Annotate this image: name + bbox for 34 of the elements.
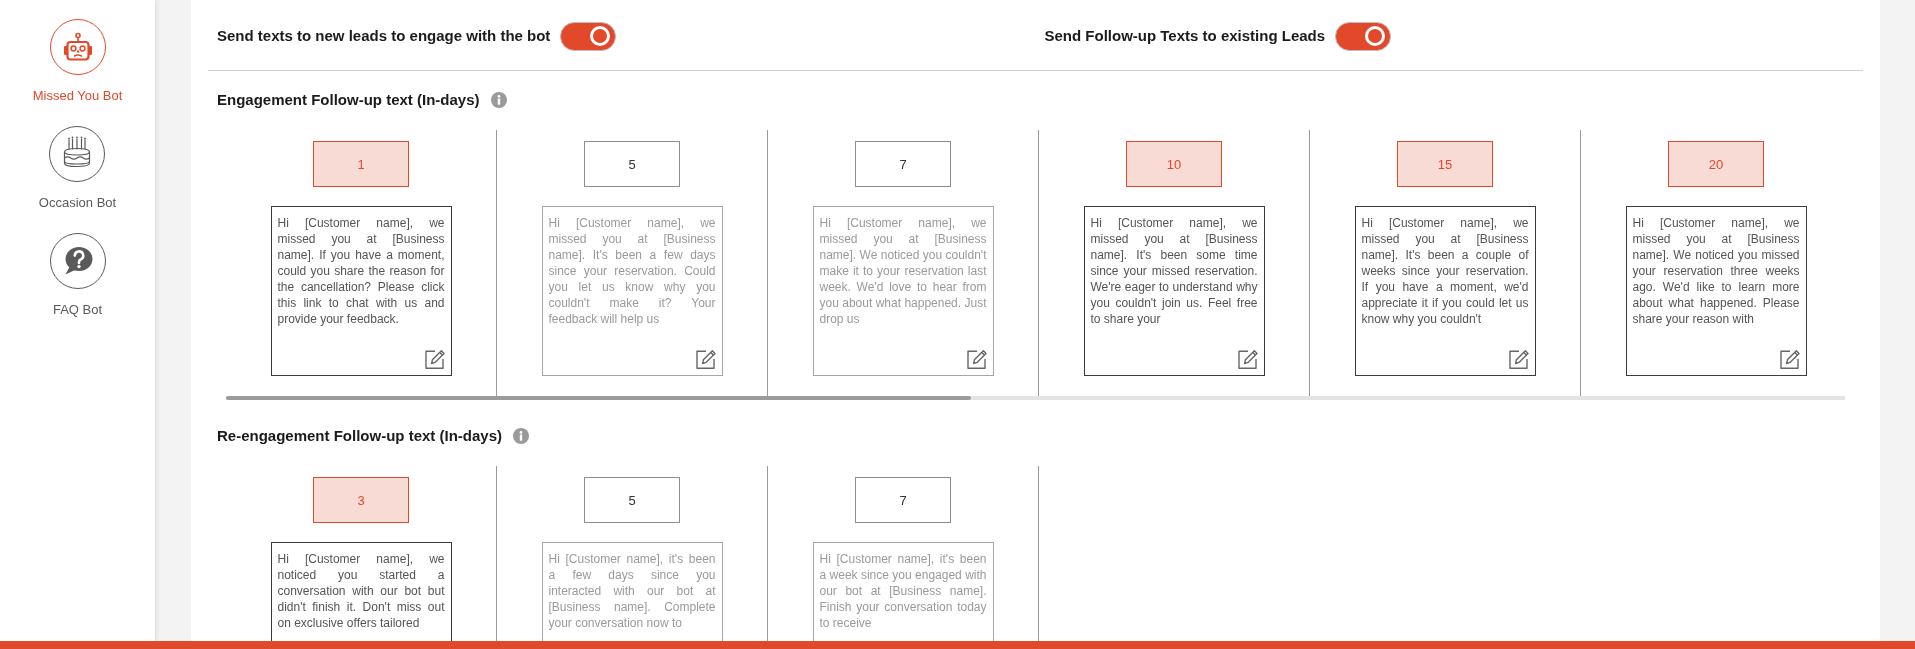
message-text: Hi [Customer name], we missed you at [Business name]. It's been some time since your missed reservation. We're eager to understand why you couldn't join us. Feel free to share your (1090, 215, 1258, 327)
robot-icon (49, 19, 106, 75)
message-text: Hi [Customer name], we missed you at [Business name]. We noticed you couldn't make it to your reservation last week. We'd love to hear from you about what happened. Just drop us (819, 215, 987, 327)
toggle-label: Send texts to new leads to engage with the bot (217, 26, 551, 44)
info-icon[interactable] (490, 92, 507, 108)
section-title: Engagement Follow-up text (In-days) (217, 90, 480, 110)
day-button[interactable]: 5 (584, 141, 680, 187)
message-text: Hi [Customer name], we missed you at [Business name]. We noticed you missed your reservation three weeks ago. We'd like to learn more about what happened. Please share your reason with (1632, 215, 1800, 327)
edit-icon[interactable] (693, 348, 716, 370)
question-bubble-icon (49, 233, 106, 289)
toggle-switch[interactable] (560, 21, 617, 51)
cake-icon (49, 126, 106, 182)
toggle-switch[interactable] (1335, 21, 1392, 51)
message-text: Hi [Customer name], we missed you at [Business name]. It's been a couple of weeks since your reservation. If you have a moment, we'd appreciate it if you could let us know why you couldn't (1361, 215, 1529, 327)
edit-icon[interactable] (1506, 348, 1529, 370)
message-text: Hi [Customer name], we missed you at [Business name]. If you have a moment, could you share the reason for the cancellation? Please click this link to chat with us and provide your feedback. (277, 215, 445, 327)
day-button[interactable]: 7 (855, 141, 951, 187)
info-icon[interactable] (513, 428, 529, 444)
message-text: Hi [Customer name], it's been a few days since you interacted with our bot at [Business name]. Complete your conversation now to (548, 551, 716, 631)
sidebar-item[interactable]: Missed You Bot (32, 19, 123, 104)
toggle-label: Send Follow-up Texts to existing Leads (1044, 26, 1326, 44)
day-button[interactable]: 5 (584, 477, 680, 523)
sidebar-item[interactable]: Occasion Bot (38, 126, 117, 211)
edit-icon[interactable] (1235, 348, 1258, 370)
edit-icon[interactable] (422, 348, 445, 370)
scrollbar-thumb[interactable] (226, 396, 971, 400)
message-text: Hi [Customer name], it's been a week since you engaged with our bot at [Business name]. Finish your conversation today to receive (819, 551, 987, 631)
edit-icon[interactable] (1777, 348, 1800, 370)
message-text: Hi [Customer name], we noticed you started a conversation with our bot but didn't finish it. Don't miss out on exclusive offers tailored (277, 551, 445, 631)
sidebar-item[interactable]: FAQ Bot (49, 233, 106, 318)
edit-icon[interactable] (964, 348, 987, 370)
section-title: Re-engagement Follow-up text (In-days) (217, 426, 502, 446)
day-button[interactable]: 7 (855, 477, 951, 523)
message-text: Hi [Customer name], we missed you at [Business name]. It's been a few days since your reservation. Could you let us know why you couldn't make it? Your feedback will help us (548, 215, 716, 327)
